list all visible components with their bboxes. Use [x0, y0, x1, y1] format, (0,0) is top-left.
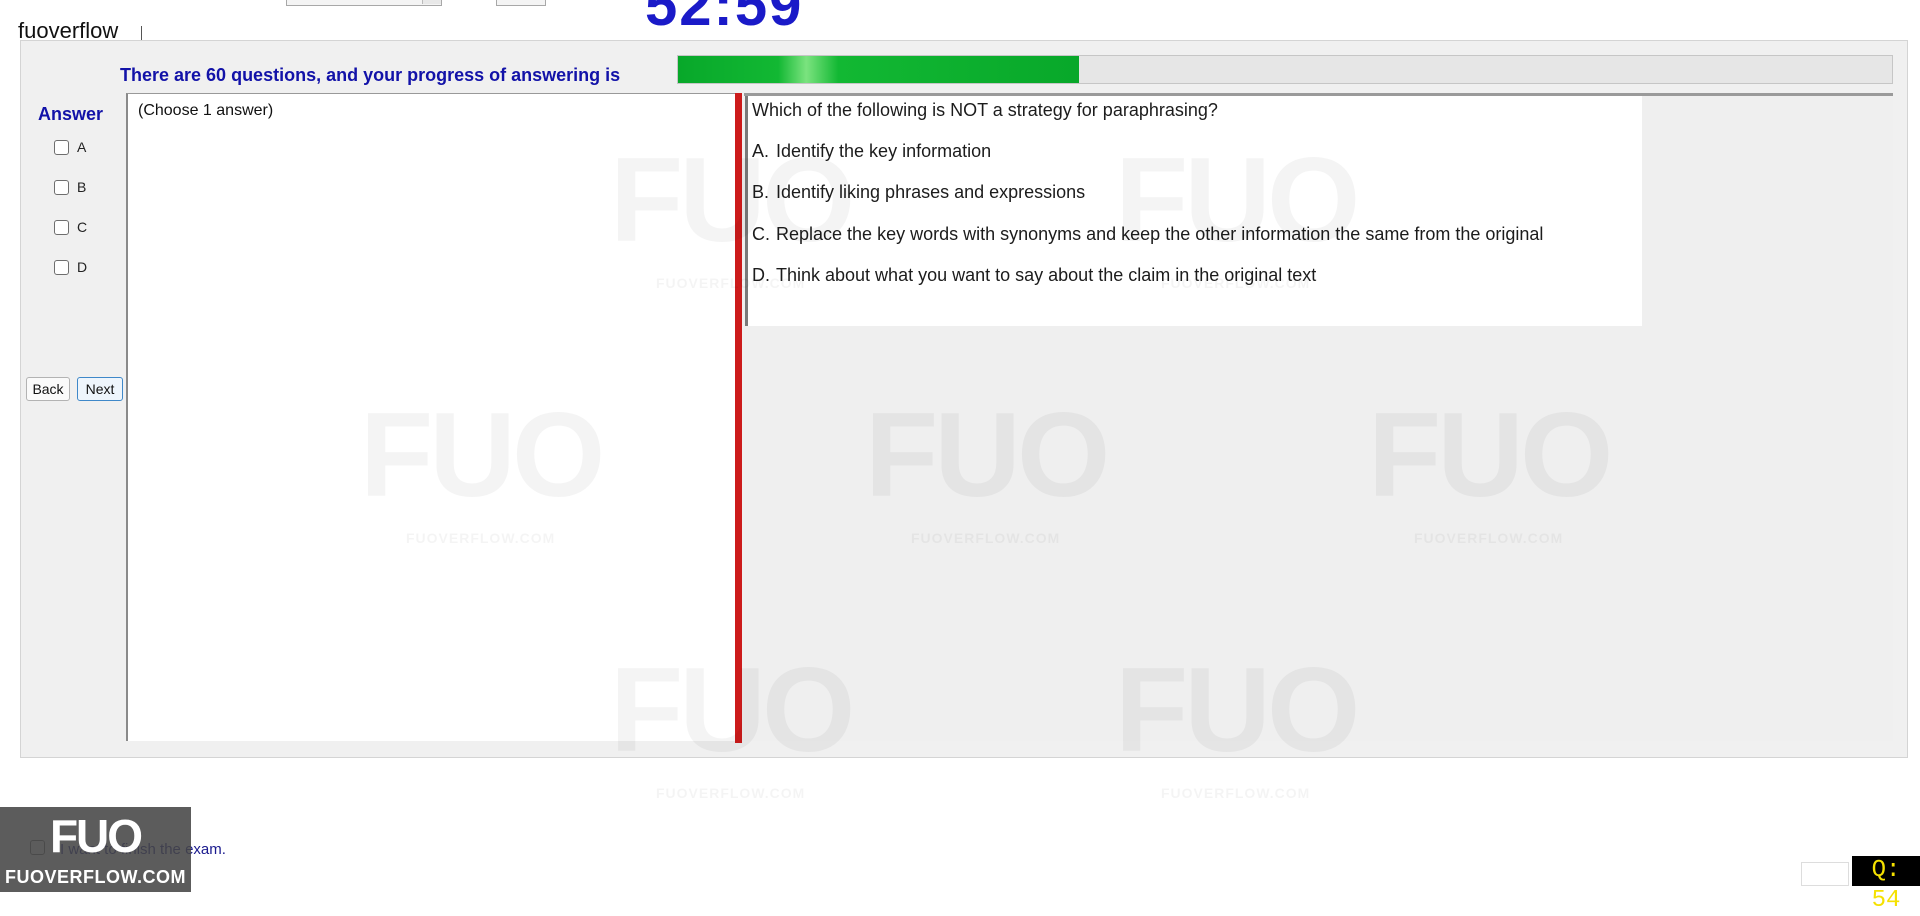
logo-site: FUOVERFLOW.COM: [5, 867, 186, 887]
checkbox-icon[interactable]: [54, 139, 69, 155]
progress-bar-fill: [678, 56, 1079, 83]
checkbox-icon[interactable]: [54, 219, 69, 235]
answer-option-b[interactable]: B: [54, 179, 86, 195]
back-button[interactable]: Back: [26, 377, 70, 401]
answer-title: Answer: [38, 104, 104, 124]
chevron-down-icon[interactable]: [422, 0, 441, 4]
answer-hint: (Choose 1 answer): [138, 102, 274, 119]
watermark-logo: FUOFUOVERFLOW.COM: [1115, 140, 1360, 290]
watermark-logo: FUOFUOVERFLOW.COM: [360, 395, 605, 545]
next-button[interactable]: Next: [77, 377, 123, 401]
fuoverflow-logo: FUO FUOVERFLOW.COM: [0, 807, 191, 892]
font-size-dropdown[interactable]: [286, 0, 442, 6]
exam-timer: 52:59: [645, 0, 804, 38]
answer-option-label: D: [77, 259, 88, 275]
finish-button[interactable]: [1801, 862, 1849, 886]
progress-label: There are 60 questions, and your progres…: [120, 65, 621, 85]
zoom-spinner[interactable]: [496, 0, 546, 6]
answer-option-a[interactable]: A: [54, 139, 86, 155]
watermark-logo: FUOFUOVERFLOW.COM: [610, 140, 855, 290]
checkbox-icon[interactable]: [54, 179, 69, 195]
question-counter: Q: 54: [1852, 856, 1920, 914]
answer-option-label: A: [77, 139, 87, 155]
logo-mark: FUO: [49, 810, 143, 862]
watermark-logo: FUOFUOVERFLOW.COM: [610, 650, 855, 800]
watermark-logo: FUOFUOVERFLOW.COM: [1368, 395, 1613, 545]
answer-option-c[interactable]: C: [54, 219, 87, 235]
progress-bar: [677, 55, 1893, 84]
answer-option-d[interactable]: D: [54, 259, 87, 275]
answer-option-label: B: [77, 179, 87, 195]
watermark-logo: FUOFUOVERFLOW.COM: [1115, 650, 1360, 800]
checkbox-icon[interactable]: [54, 259, 69, 275]
question-text: Which of the following is NOT a strategy…: [752, 100, 1218, 120]
answer-option-label: C: [77, 219, 88, 235]
watermark-logo: FUOFUOVERFLOW.COM: [865, 395, 1110, 545]
